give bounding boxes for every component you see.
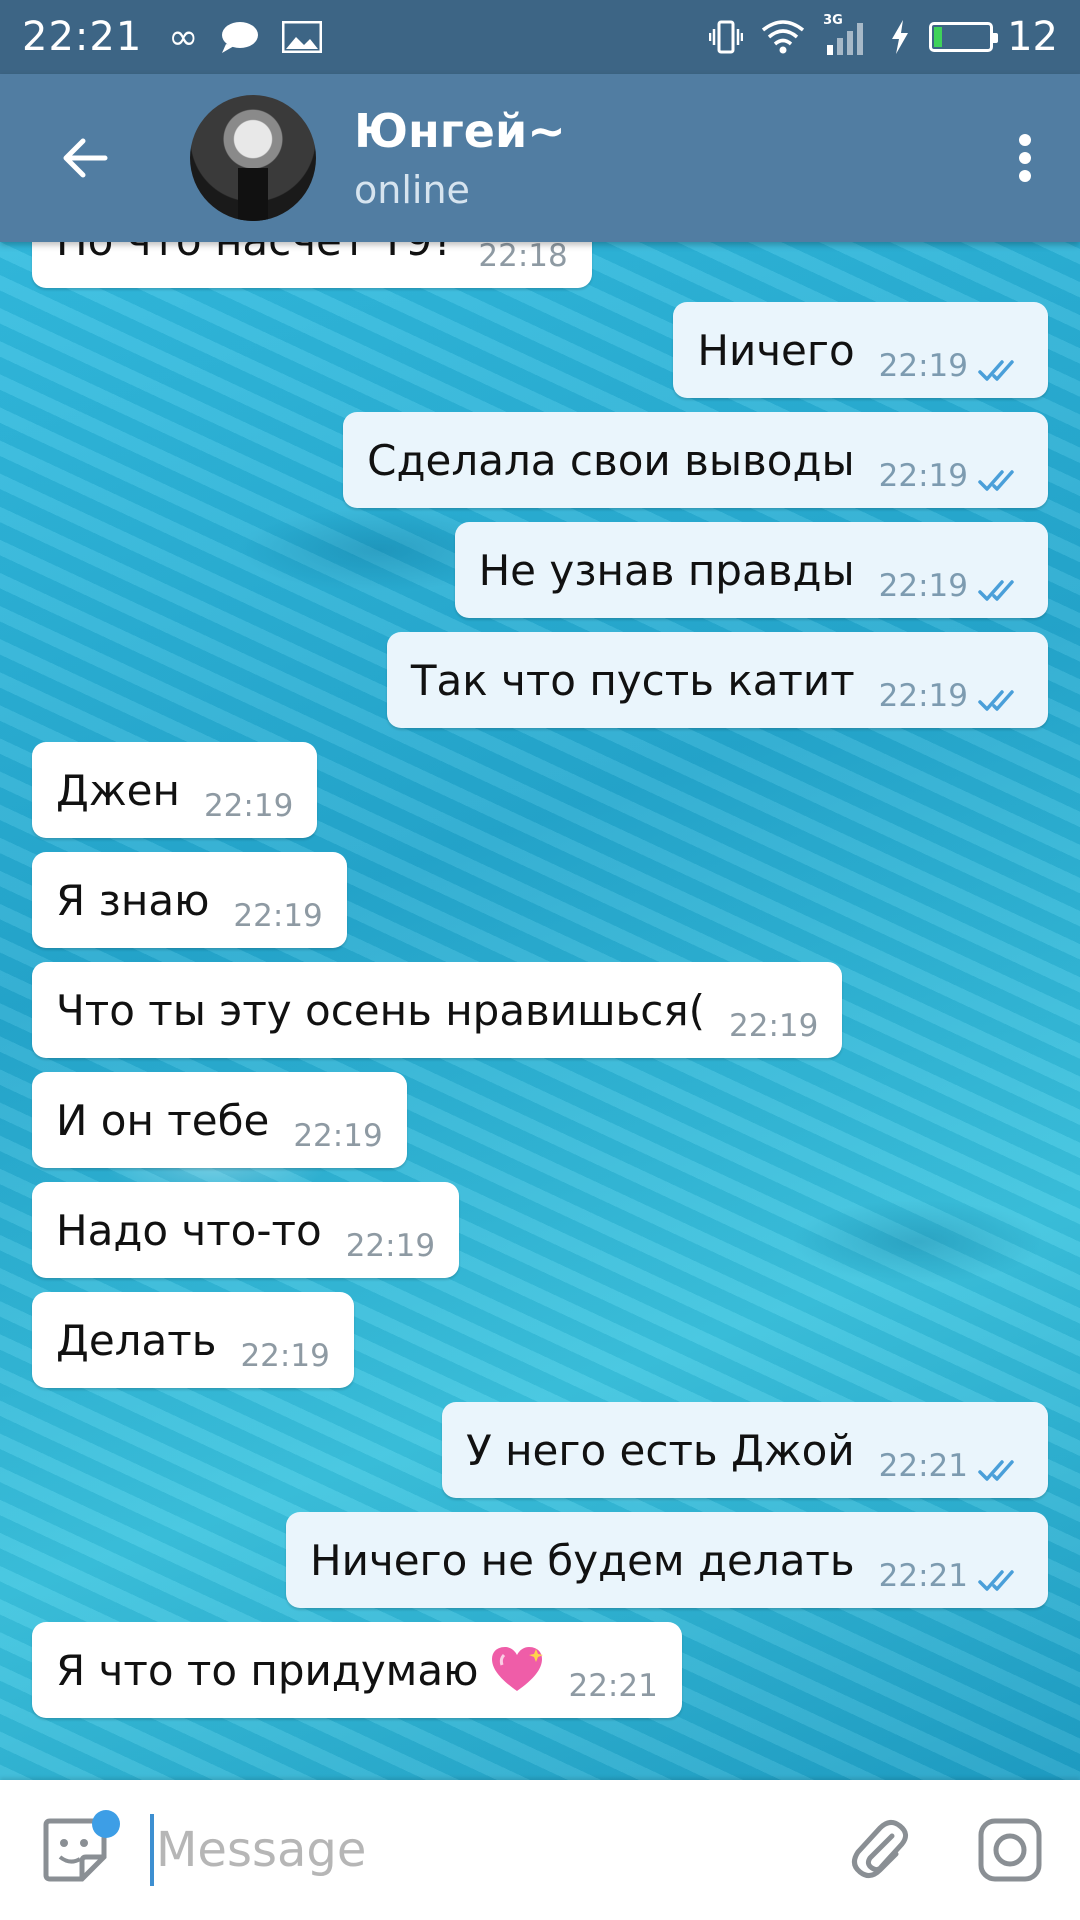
message-meta: 22:21 bbox=[879, 1448, 1024, 1484]
sparkling-heart-icon bbox=[490, 1645, 544, 1695]
status-time: 22:21 bbox=[22, 14, 143, 60]
read-check-icon bbox=[978, 576, 1024, 604]
incoming-message[interactable]: Я что то придумаю 22:21 bbox=[32, 1622, 682, 1718]
message-text: Я что то придумаю bbox=[56, 1645, 479, 1695]
message-text: Надо что-то bbox=[56, 1205, 322, 1255]
incoming-message[interactable]: Что ты эту осень нравишься( 22:19 bbox=[32, 962, 843, 1058]
chat-info[interactable]: Юнгей~ online bbox=[354, 104, 566, 212]
avatar[interactable] bbox=[190, 95, 316, 221]
attach-icon bbox=[852, 1820, 908, 1878]
message-timestamp: 22:21 bbox=[568, 1668, 658, 1704]
chat-header: Юнгей~ online bbox=[0, 74, 1080, 242]
message-text: Но что насчет Т9? bbox=[56, 242, 454, 265]
read-check-icon bbox=[978, 1456, 1024, 1484]
message-meta: 22:21 bbox=[568, 1668, 657, 1704]
chat-status: online bbox=[354, 168, 470, 212]
message-meta: 22:19 bbox=[204, 788, 293, 824]
incoming-message[interactable]: Делать 22:19 bbox=[32, 1292, 354, 1388]
battery-percent: 12 bbox=[1007, 14, 1058, 60]
message-timestamp: 22:21 bbox=[878, 1558, 968, 1594]
attach-button[interactable] bbox=[820, 1780, 940, 1920]
vibrate-icon bbox=[709, 19, 744, 55]
incoming-message[interactable]: Но что насчет Т9? 22:18 bbox=[32, 242, 592, 288]
incoming-message[interactable]: Джен 22:19 bbox=[32, 742, 318, 838]
message-text: Не узнав правды bbox=[478, 545, 855, 595]
read-check-icon bbox=[978, 1566, 1024, 1594]
message-meta: 22:19 bbox=[346, 1228, 435, 1264]
outgoing-message[interactable]: Так что пусть катит 22:19 bbox=[386, 632, 1048, 728]
message-timestamp: 22:19 bbox=[878, 348, 968, 384]
message-text: Ничего не будем делать bbox=[310, 1535, 855, 1585]
outgoing-message[interactable]: Ничего 22:19 bbox=[673, 302, 1048, 398]
more-vert-icon bbox=[1019, 134, 1031, 182]
more-options-button[interactable] bbox=[970, 74, 1080, 242]
message-input-wrap[interactable] bbox=[150, 1780, 820, 1920]
incoming-message[interactable]: Надо что-то 22:19 bbox=[32, 1182, 460, 1278]
message-text: Сделала свои выводы bbox=[367, 435, 855, 485]
message-timestamp: 22:19 bbox=[878, 568, 968, 604]
message-timestamp: 22:19 bbox=[345, 1228, 436, 1264]
camera-icon bbox=[978, 1818, 1042, 1882]
message-meta: 22:19 bbox=[293, 1118, 382, 1154]
message-timestamp: 22:19 bbox=[878, 678, 968, 714]
message-text: Джен bbox=[56, 765, 180, 815]
notification-dot bbox=[92, 1810, 120, 1838]
message-meta: 22:19 bbox=[879, 458, 1024, 494]
message-timestamp: 22:19 bbox=[878, 458, 968, 494]
wifi-icon bbox=[761, 20, 805, 54]
camera-button[interactable] bbox=[940, 1780, 1080, 1920]
chat-title: Юнгей~ bbox=[354, 104, 566, 158]
sticker-button[interactable] bbox=[0, 1780, 150, 1920]
message-list[interactable]: Но что насчет Т9?22:18Ничего22:19Сделала… bbox=[0, 242, 1080, 1780]
message-composer bbox=[0, 1780, 1080, 1920]
read-check-icon bbox=[978, 686, 1024, 714]
message-meta: 22:19 bbox=[729, 1008, 818, 1044]
charging-icon bbox=[889, 19, 911, 55]
cellular-signal-icon: 3G bbox=[823, 13, 871, 55]
message-text: Ничего bbox=[697, 325, 855, 375]
message-timestamp: 22:19 bbox=[233, 898, 323, 934]
message-timestamp: 22:19 bbox=[293, 1118, 383, 1154]
outgoing-message[interactable]: Не узнав правды 22:19 bbox=[454, 522, 1048, 618]
message-meta: 22:19 bbox=[879, 348, 1024, 384]
message-text: Что ты эту осень нравишься( bbox=[56, 985, 706, 1035]
message-text: Я знаю bbox=[56, 875, 210, 925]
message-meta: 22:19 bbox=[240, 1338, 329, 1374]
image-icon bbox=[282, 21, 323, 53]
incoming-message[interactable]: Я знаю 22:19 bbox=[32, 852, 347, 948]
message-text: Так что пусть катит bbox=[410, 655, 855, 705]
message-timestamp: 22:21 bbox=[878, 1448, 968, 1484]
battery-icon bbox=[929, 22, 999, 52]
message-meta: 22:18 bbox=[478, 242, 567, 274]
message-timestamp: 22:19 bbox=[240, 1338, 330, 1374]
message-text: Делать bbox=[56, 1315, 217, 1365]
read-check-icon bbox=[978, 356, 1024, 384]
message-input[interactable] bbox=[156, 1822, 656, 1878]
outgoing-message[interactable]: Сделала свои выводы 22:19 bbox=[343, 412, 1048, 508]
back-button[interactable] bbox=[0, 74, 170, 242]
message-timestamp: 22:19 bbox=[203, 788, 294, 824]
message-meta: 22:19 bbox=[879, 568, 1024, 604]
infinity-icon: ∞ bbox=[168, 16, 199, 58]
incoming-message[interactable]: И он тебе 22:19 bbox=[32, 1072, 407, 1168]
outgoing-message[interactable]: У него есть Джой 22:21 bbox=[442, 1402, 1048, 1498]
back-arrow-icon bbox=[63, 138, 108, 178]
message-meta: 22:21 bbox=[879, 1558, 1024, 1594]
status-bar: 22:21 ∞ 3G 12 bbox=[0, 0, 1080, 74]
read-check-icon bbox=[978, 466, 1024, 494]
message-text: И он тебе bbox=[56, 1095, 270, 1145]
message-text: У него есть Джой bbox=[466, 1425, 855, 1475]
message-meta: 22:19 bbox=[879, 678, 1024, 714]
network-type-label: 3G bbox=[823, 13, 843, 28]
text-caret bbox=[150, 1814, 154, 1886]
message-meta: 22:19 bbox=[233, 898, 322, 934]
message-timestamp: 22:19 bbox=[729, 1008, 819, 1044]
chat-bubble-icon bbox=[220, 20, 260, 54]
message-timestamp: 22:18 bbox=[478, 242, 568, 274]
outgoing-message[interactable]: Ничего не будем делать 22:21 bbox=[286, 1512, 1048, 1608]
